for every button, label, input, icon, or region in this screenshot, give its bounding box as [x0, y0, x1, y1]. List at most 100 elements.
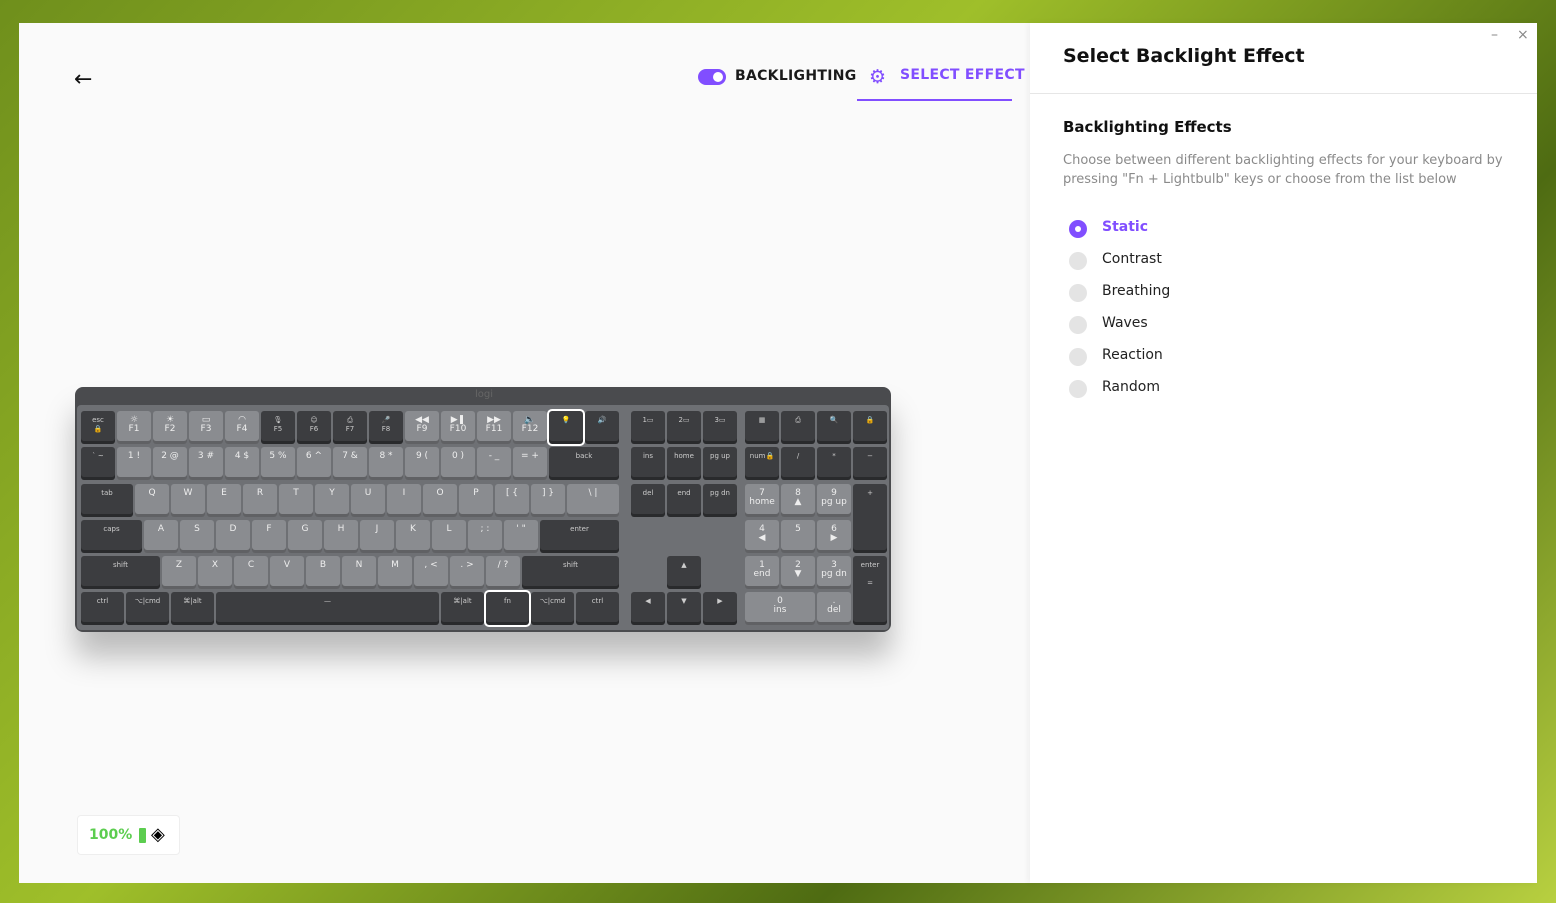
key: pg up: [703, 447, 737, 480]
key: 🔊: [585, 411, 619, 444]
gear-icon[interactable]: ⚙: [869, 66, 886, 88]
key: ⌥|cmd: [531, 592, 574, 625]
backlighting-label: BACKLIGHTING: [735, 68, 857, 84]
effect-option-label: Breathing: [1102, 283, 1171, 299]
effect-option-label: Random: [1102, 379, 1160, 395]
key: ⌘|alt: [441, 592, 484, 625]
key: ] }: [531, 484, 565, 517]
key: [ {: [495, 484, 529, 517]
key: 5: [781, 520, 815, 553]
radio-button[interactable]: [1069, 220, 1087, 238]
radio-button[interactable]: [1069, 284, 1087, 302]
key: C: [234, 556, 268, 589]
key: home: [667, 447, 701, 480]
key: enter =: [853, 556, 887, 625]
key: shift: [81, 556, 160, 589]
key: —: [216, 592, 439, 625]
key: 0 ins: [745, 592, 815, 625]
key: H: [324, 520, 358, 553]
key: −: [853, 447, 887, 480]
key: num🔒: [745, 447, 779, 480]
key: 2▭: [667, 411, 701, 444]
back-arrow-icon[interactable]: ←: [74, 67, 92, 92]
key: K: [396, 520, 430, 553]
key: end: [667, 484, 701, 517]
key: \ |: [567, 484, 619, 517]
key: enter: [540, 520, 619, 553]
section-title: Backlighting Effects: [1063, 118, 1232, 136]
panel-title: Select Backlight Effect: [1063, 45, 1305, 67]
backlighting-toggle[interactable]: [698, 69, 726, 85]
key: 🔍: [817, 411, 851, 444]
key: ▶❚ F10: [441, 411, 475, 444]
key: 2 ▼: [781, 556, 815, 589]
battery-percent: 100%: [89, 827, 133, 843]
key: 7 home: [745, 484, 779, 517]
key: Q: [135, 484, 169, 517]
key: ; :: [468, 520, 502, 553]
key: 2 @: [153, 447, 187, 480]
key: 🎤 F8: [369, 411, 403, 444]
key: - _: [477, 447, 511, 480]
key: ☼ F1: [117, 411, 151, 444]
key: S: [180, 520, 214, 553]
key: X: [198, 556, 232, 589]
key: = +: [513, 447, 547, 480]
key: ▶▶ F11: [477, 411, 511, 444]
key: 3 #: [189, 447, 223, 480]
key: +: [853, 484, 887, 553]
battery-status: 100% ◈: [77, 815, 180, 855]
keyboard-image: logi esc 🔒 ☼ F1 ☀ F2 ▭ F3 ◠ F4 🎙 F5 ☺ F6 ⎙ F7 🎤 …: [75, 387, 891, 632]
radio-button[interactable]: [1069, 380, 1087, 398]
minimize-button[interactable]: –: [1491, 27, 1498, 43]
key: U: [351, 484, 385, 517]
battery-icon: [139, 828, 146, 843]
keyboard-plate: esc 🔒 ☼ F1 ☀ F2 ▭ F3 ◠ F4 🎙 F5 ☺ F6 ⎙ F7 🎤 F8 ◀◀ …: [77, 405, 889, 630]
key: W: [171, 484, 205, 517]
key: 0 ): [441, 447, 475, 480]
key: ⌘|alt: [171, 592, 214, 625]
key: 6 ▶: [817, 520, 851, 553]
key: 9 (: [405, 447, 439, 480]
key: tab: [81, 484, 133, 517]
key: 8 *: [369, 447, 403, 480]
key: J: [360, 520, 394, 553]
key: ⌥|cmd: [126, 592, 169, 625]
logi-logo: logi: [475, 389, 494, 400]
effect-panel: – × Select Backlight Effect Backlighting…: [1030, 23, 1537, 883]
tab-select-effect[interactable]: SELECT EFFECT: [900, 67, 1025, 83]
key: 🔈 F12: [513, 411, 547, 444]
key: 3▭: [703, 411, 737, 444]
key: O: [423, 484, 457, 517]
key: 1 end: [745, 556, 779, 589]
key: A: [144, 520, 178, 553]
key: ◀: [631, 592, 665, 625]
close-button[interactable]: ×: [1517, 27, 1529, 43]
key: / ?: [486, 556, 520, 589]
effect-option-label: Waves: [1102, 315, 1148, 331]
key: T: [279, 484, 313, 517]
active-tab-indicator: [857, 99, 1012, 101]
key: ` ~: [81, 447, 115, 480]
key: /: [781, 447, 815, 480]
key: ▶: [703, 592, 737, 625]
key: ⎙: [781, 411, 815, 444]
key: 9 pg up: [817, 484, 851, 517]
radio-button[interactable]: [1069, 252, 1087, 270]
key: del: [631, 484, 665, 517]
app-window: ← BACKLIGHTING ⚙ SELECT EFFECT logi esc …: [19, 23, 1537, 883]
key: M: [378, 556, 412, 589]
key: E: [207, 484, 241, 517]
key: ctrl: [81, 592, 124, 625]
divider: [1030, 93, 1537, 94]
radio-button[interactable]: [1069, 348, 1087, 366]
key: L: [432, 520, 466, 553]
key: ctrl: [576, 592, 619, 625]
key: 7 &: [333, 447, 367, 480]
radio-button[interactable]: [1069, 316, 1087, 334]
key: N: [342, 556, 376, 589]
key: ins: [631, 447, 665, 480]
key: 5 %: [261, 447, 295, 480]
key: ▭ F3: [189, 411, 223, 444]
key: 4 ◀: [745, 520, 779, 553]
